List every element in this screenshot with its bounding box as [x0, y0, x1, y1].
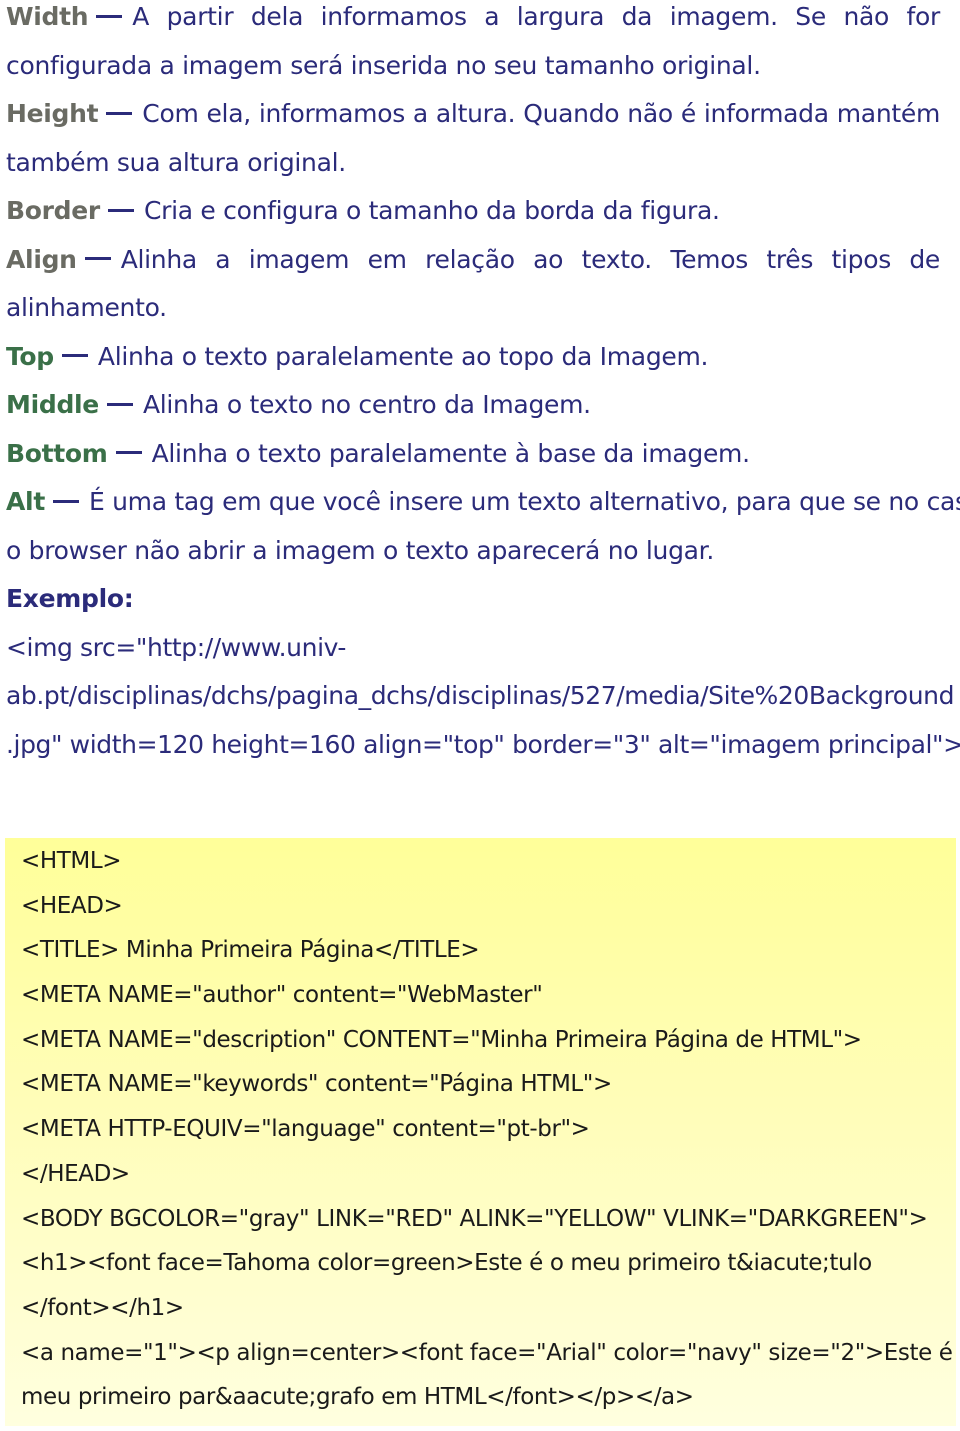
dash-separator: [52, 499, 79, 503]
definition-alt-line-1: Alt É uma tag em que você insere um texto…: [6, 485, 960, 534]
definition-text: configurada a imagem será inserida no se…: [6, 50, 761, 80]
definition-top-line-1: Top Alinha o texto paralelamente ao topo …: [6, 340, 940, 389]
definition-align-line-2: alinhamento.: [6, 291, 940, 340]
definition-border-line-1: Border Cria e configura o tamanho da bord…: [6, 194, 940, 243]
example-code-line-1: <img src="http://www.univ-: [6, 632, 346, 662]
definition-text: o browser não abrir a imagem o texto apa…: [6, 535, 715, 565]
definition-text: Alinha a imagem em relação ao texto. Tem…: [120, 244, 941, 274]
definition-bottom-line-1: Bottom Alinha o texto paralelamente à bas…: [6, 437, 940, 486]
term-alt: Alt: [6, 487, 45, 516]
code-line: </HEAD>: [21, 1160, 130, 1187]
definition-text: É uma tag em que você insere um texto al…: [88, 487, 960, 516]
definition-height-line-1: Height Com ela, informamos a altura. Quan…: [6, 97, 940, 146]
definition-align-line-1: Align Alinha a imagem em relação ao texto…: [6, 243, 940, 292]
html-code-listing: <HTML> <HEAD> <TITLE> Minha Primeira Pág…: [21, 844, 960, 1425]
example-heading: Exemplo:: [6, 584, 134, 613]
definition-text: alinhamento.: [6, 293, 167, 322]
dash-separator: [96, 14, 123, 18]
code-line: <HEAD>: [21, 892, 123, 919]
term-width: Width: [6, 2, 89, 31]
html-code-listing-box: <HTML> <HEAD> <TITLE> Minha Primeira Pág…: [5, 838, 960, 1426]
dash-separator: [106, 111, 133, 115]
example-code-line-3: .jpg" width=120 height=160 align="top" b…: [6, 729, 960, 759]
code-line: <META NAME="description" CONTENT="Minha …: [21, 1026, 862, 1053]
code-line: <TITLE> Minha Primeira Página</TITLE>: [21, 937, 480, 964]
code-line: <META HTTP-EQUIV="language" content="pt-…: [21, 1116, 590, 1143]
code-line: meu primeiro par&aacute;grafo em HTML</f…: [21, 1384, 694, 1411]
definition-height-line-2: também sua altura original.: [6, 146, 940, 195]
code-line: </font></h1>: [21, 1294, 184, 1321]
definition-text: Alinha o texto no centro da Imagem.: [142, 390, 591, 419]
definition-text: Alinha o texto paralelamente ao topo da …: [97, 341, 709, 371]
dash-separator: [84, 257, 111, 260]
term-height: Height: [6, 99, 99, 128]
definition-alt-line-2: o browser não abrir a imagem o texto apa…: [6, 534, 940, 583]
code-line: <BODY BGCOLOR="gray" LINK="RED" ALINK="Y…: [21, 1205, 928, 1232]
definition-text: Cria e configura o tamanho da borda da f…: [143, 196, 720, 225]
code-line: <META NAME="keywords" content="Página HT…: [21, 1071, 612, 1098]
definition-text: também sua altura original.: [6, 147, 346, 177]
term-middle: Middle: [6, 390, 99, 419]
example-heading-line: Exemplo:: [6, 582, 940, 631]
term-top: Top: [6, 341, 54, 371]
example-code-line-2: ab.pt/disciplinas/dchs/pagina_dchs/disci…: [6, 681, 955, 710]
dash-separator: [61, 354, 88, 357]
dash-separator: [106, 402, 133, 406]
dash-separator: [115, 451, 142, 454]
term-align: Align: [6, 244, 77, 274]
definition-middle-line-1: Middle Alinha o texto no centro da Imagem…: [6, 388, 940, 437]
definition-text: Alinha o texto paralelamente à base da i…: [151, 438, 750, 468]
definition-width-line-2: configurada a imagem será inserida no se…: [6, 49, 940, 98]
document-body: Width A partir dela informamos a largura …: [6, 0, 960, 776]
code-line: <HTML>: [21, 848, 122, 874]
code-line: <h1><font face=Tahoma color=green>Este é…: [21, 1250, 872, 1277]
definition-width-line-1: Width A partir dela informamos a largura …: [6, 0, 940, 49]
code-line: <META NAME="author" content="WebMaster": [21, 982, 543, 1009]
term-bottom: Bottom: [6, 438, 108, 468]
definition-text: A partir dela informamos a largura da im…: [132, 2, 940, 31]
definition-text: Com ela, informamos a altura. Quando não…: [142, 99, 940, 128]
term-border: Border: [6, 196, 100, 225]
dash-separator: [107, 208, 134, 212]
code-line: <a name="1"><p align=center><font face="…: [21, 1339, 960, 1366]
